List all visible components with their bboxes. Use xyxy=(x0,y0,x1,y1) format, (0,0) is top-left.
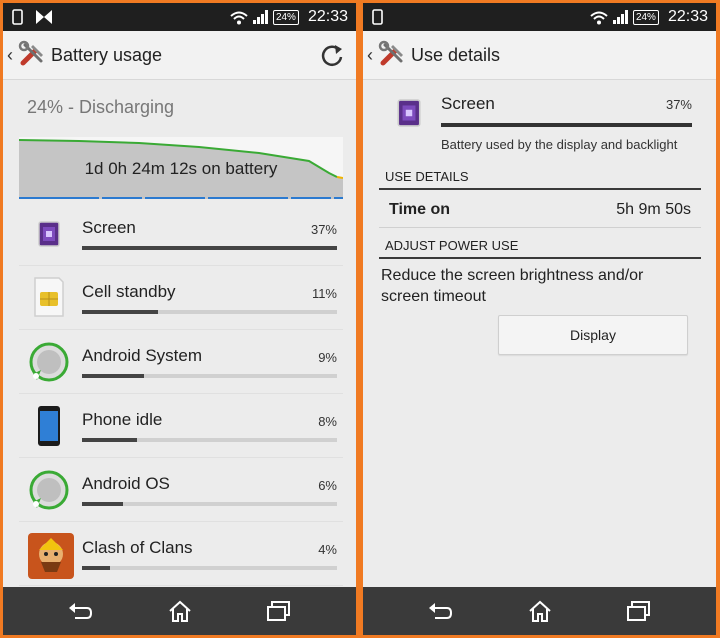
back-icon[interactable] xyxy=(67,599,93,623)
settings-tools-icon[interactable] xyxy=(377,39,407,69)
page-title: Use details xyxy=(411,45,501,65)
battery-icon: 24% xyxy=(632,9,659,25)
screen-icon xyxy=(27,212,71,256)
detail-app-name: Screen xyxy=(441,94,495,113)
usage-bar-fill xyxy=(82,374,145,378)
phone-notification-icon xyxy=(12,9,23,25)
detail-usage-bar-fill xyxy=(441,123,692,127)
app-percent: 37% xyxy=(310,222,337,237)
adjust-power-header: ADJUST POWER USE xyxy=(379,238,701,259)
detail-usage-bar xyxy=(441,123,692,127)
detail-description: Battery used by the display and backligh… xyxy=(441,137,678,152)
app-percent: 9% xyxy=(318,350,337,365)
clash-of-clans-icon xyxy=(27,532,74,579)
usage-bar-fill xyxy=(82,310,158,314)
home-icon[interactable] xyxy=(167,599,193,623)
app-row-phone-idle[interactable]: Phone idle 8% xyxy=(19,394,343,458)
time-on-row: Time on 5h 9m 50s xyxy=(379,193,701,228)
wifi-icon xyxy=(229,11,248,25)
battery-usage-screen: 24% 22:33 ‹ Battery usage 24% - Discharg… xyxy=(3,3,356,635)
recent-apps-icon[interactable] xyxy=(625,599,651,623)
app-usage-list: Screen 37% Cell standby 11% Android System 9%… xyxy=(19,202,343,586)
app-percent: 6% xyxy=(318,478,337,493)
page-title: Battery usage xyxy=(51,45,163,65)
back-chevron-icon[interactable]: ‹ xyxy=(7,45,13,66)
time-on-value: 5h 9m 50s xyxy=(616,201,691,218)
signal-icon xyxy=(612,10,628,24)
wifi-icon xyxy=(589,11,608,25)
action-bar: ‹ Battery usage xyxy=(3,31,356,80)
nav-bar xyxy=(3,587,356,635)
use-details-screen: 24% 22:33 ‹ Use details Screen 37% Batte… xyxy=(363,3,716,635)
back-chevron-icon[interactable]: ‹ xyxy=(367,45,373,66)
usage-bar xyxy=(82,438,337,442)
time-on-label: Time on xyxy=(389,201,451,218)
usage-bar xyxy=(82,310,337,314)
clock: 22:33 xyxy=(307,8,348,25)
display-button[interactable]: Display xyxy=(498,315,688,355)
home-icon[interactable] xyxy=(527,599,553,623)
battery-icon: 24% xyxy=(272,9,299,25)
signal-icon xyxy=(252,10,268,24)
adjust-power-text: Reduce the screen brightness and/or scre… xyxy=(381,267,644,305)
app-name: Clash of Clans xyxy=(82,538,193,557)
app-row-screen[interactable]: Screen 37% xyxy=(19,202,343,266)
use-details-header: USE DETAILS xyxy=(379,169,701,190)
detail-header: Screen 37% Battery used by the display a… xyxy=(363,79,716,165)
phone-notification-icon xyxy=(372,9,383,25)
app-name: Phone idle xyxy=(82,410,163,429)
android-os-icon xyxy=(27,468,71,512)
app-percent: 8% xyxy=(318,414,337,429)
battery-time-label: 1d 0h 24m 12s on battery xyxy=(84,159,278,178)
phone-icon xyxy=(27,404,71,448)
detail-percent: 37% xyxy=(665,97,692,112)
app-percent: 11% xyxy=(311,286,337,301)
nav-bar xyxy=(363,587,716,635)
android-system-icon xyxy=(27,340,71,384)
usage-bar xyxy=(82,246,337,250)
battery-status: 24% - Discharging xyxy=(27,97,175,117)
app-percent: 4% xyxy=(318,542,337,557)
refresh-icon[interactable] xyxy=(320,43,344,67)
usage-bar xyxy=(82,566,337,570)
usage-bar-fill xyxy=(82,438,138,442)
status-bar: 24% 22:33 xyxy=(3,3,356,31)
app-row-clash-of-clans[interactable]: Clash of Clans 4% xyxy=(19,522,343,586)
app-name: Android System xyxy=(82,346,202,365)
battery-graph[interactable]: 1d 0h 24m 12s on battery xyxy=(18,137,344,199)
screen-icon xyxy=(397,99,421,127)
bowtie-notification-icon xyxy=(36,10,52,24)
sim-card-icon xyxy=(27,276,71,320)
usage-bar xyxy=(82,374,337,378)
recent-apps-icon[interactable] xyxy=(265,599,291,623)
usage-bar xyxy=(82,502,337,506)
usage-bar-fill xyxy=(82,502,124,506)
usage-bar-fill xyxy=(82,246,337,250)
app-name: Cell standby xyxy=(82,282,176,301)
app-name: Android OS xyxy=(82,474,170,493)
settings-tools-icon[interactable] xyxy=(17,39,47,69)
status-bar: 24% 22:33 xyxy=(363,3,716,31)
clock: 22:33 xyxy=(667,8,708,25)
app-name: Screen xyxy=(82,218,136,237)
action-bar: ‹ Use details xyxy=(363,31,716,80)
usage-bar-fill xyxy=(82,566,110,570)
app-row-android-system[interactable]: Android System 9% xyxy=(19,330,343,394)
app-row-cell-standby[interactable]: Cell standby 11% xyxy=(19,266,343,330)
back-icon[interactable] xyxy=(427,599,453,623)
app-row-android-os[interactable]: Android OS 6% xyxy=(19,458,343,522)
